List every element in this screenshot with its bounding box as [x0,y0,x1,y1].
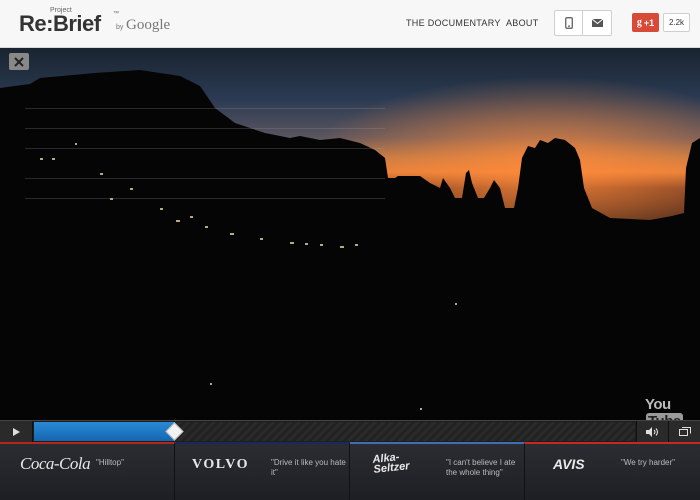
volume-button[interactable] [636,421,668,442]
brand-tile-avis[interactable]: AVIS "We try harder" [525,442,700,500]
brand-tile-coca-cola[interactable]: Coca-Cola "Hilltop" [0,442,175,500]
gplus-count: 2.2k [663,13,690,32]
mail-icon [591,19,603,27]
logo-main-text: Re:Brief [19,11,101,36]
progress-track[interactable] [34,422,635,441]
site-header: Project Re:Brief ™ by Google THE DOCUMEN… [0,0,700,48]
brand-tile-volvo[interactable]: VOLVO "Drive it like you hate it" [175,442,350,500]
brand-quote: "Drive it like you hate it" [271,458,346,477]
mail-button[interactable] [583,10,612,36]
alka-seltzer-logo-line2: Seltzer [372,460,411,476]
fullscreen-icon [678,427,691,436]
logo-tm-text: ™ [113,11,119,17]
logo-by-text: by [116,24,124,31]
video-frame-skyline [0,48,700,420]
nav-about[interactable]: ABOUT [506,18,539,28]
play-icon [12,427,20,436]
phone-icon [564,17,573,29]
logo-google-text: Google [126,17,171,33]
play-button[interactable] [0,421,33,442]
coca-cola-logo: Coca-Cola [20,454,91,473]
player-controls [0,420,700,442]
close-video-button[interactable] [9,53,29,70]
video-player[interactable] [0,48,700,420]
google-plus-one-button[interactable]: g +1 [632,13,659,32]
phone-button[interactable] [554,10,583,36]
youtube-you-text: You [645,396,671,413]
volvo-logo: VOLVO [192,457,249,472]
brand-strip: Coca-Cola "Hilltop" VOLVO "Drive it like… [0,442,700,500]
brand-quote: "I can't believe I ate the whole thing" [446,458,516,477]
google-plus-icon: g [636,17,642,28]
fullscreen-button[interactable] [668,421,700,442]
gplus-label: +1 [643,17,655,28]
progress-fill [34,422,175,441]
volume-icon [646,426,659,437]
brand-quote: "Hilltop" [96,458,124,467]
brand-tile-alka-seltzer[interactable]: Alka- Seltzer "I can't believe I ate the… [350,442,525,500]
alka-seltzer-logo: Alka- Seltzer [372,451,411,476]
brand-quote: "We try harder" [621,458,675,467]
avis-logo: AVIS [553,456,585,472]
close-icon [14,56,24,67]
nav-the-documentary[interactable]: THE DOCUMENTARY [406,18,501,28]
page: Project Re:Brief ™ by Google THE DOCUMEN… [0,0,700,500]
